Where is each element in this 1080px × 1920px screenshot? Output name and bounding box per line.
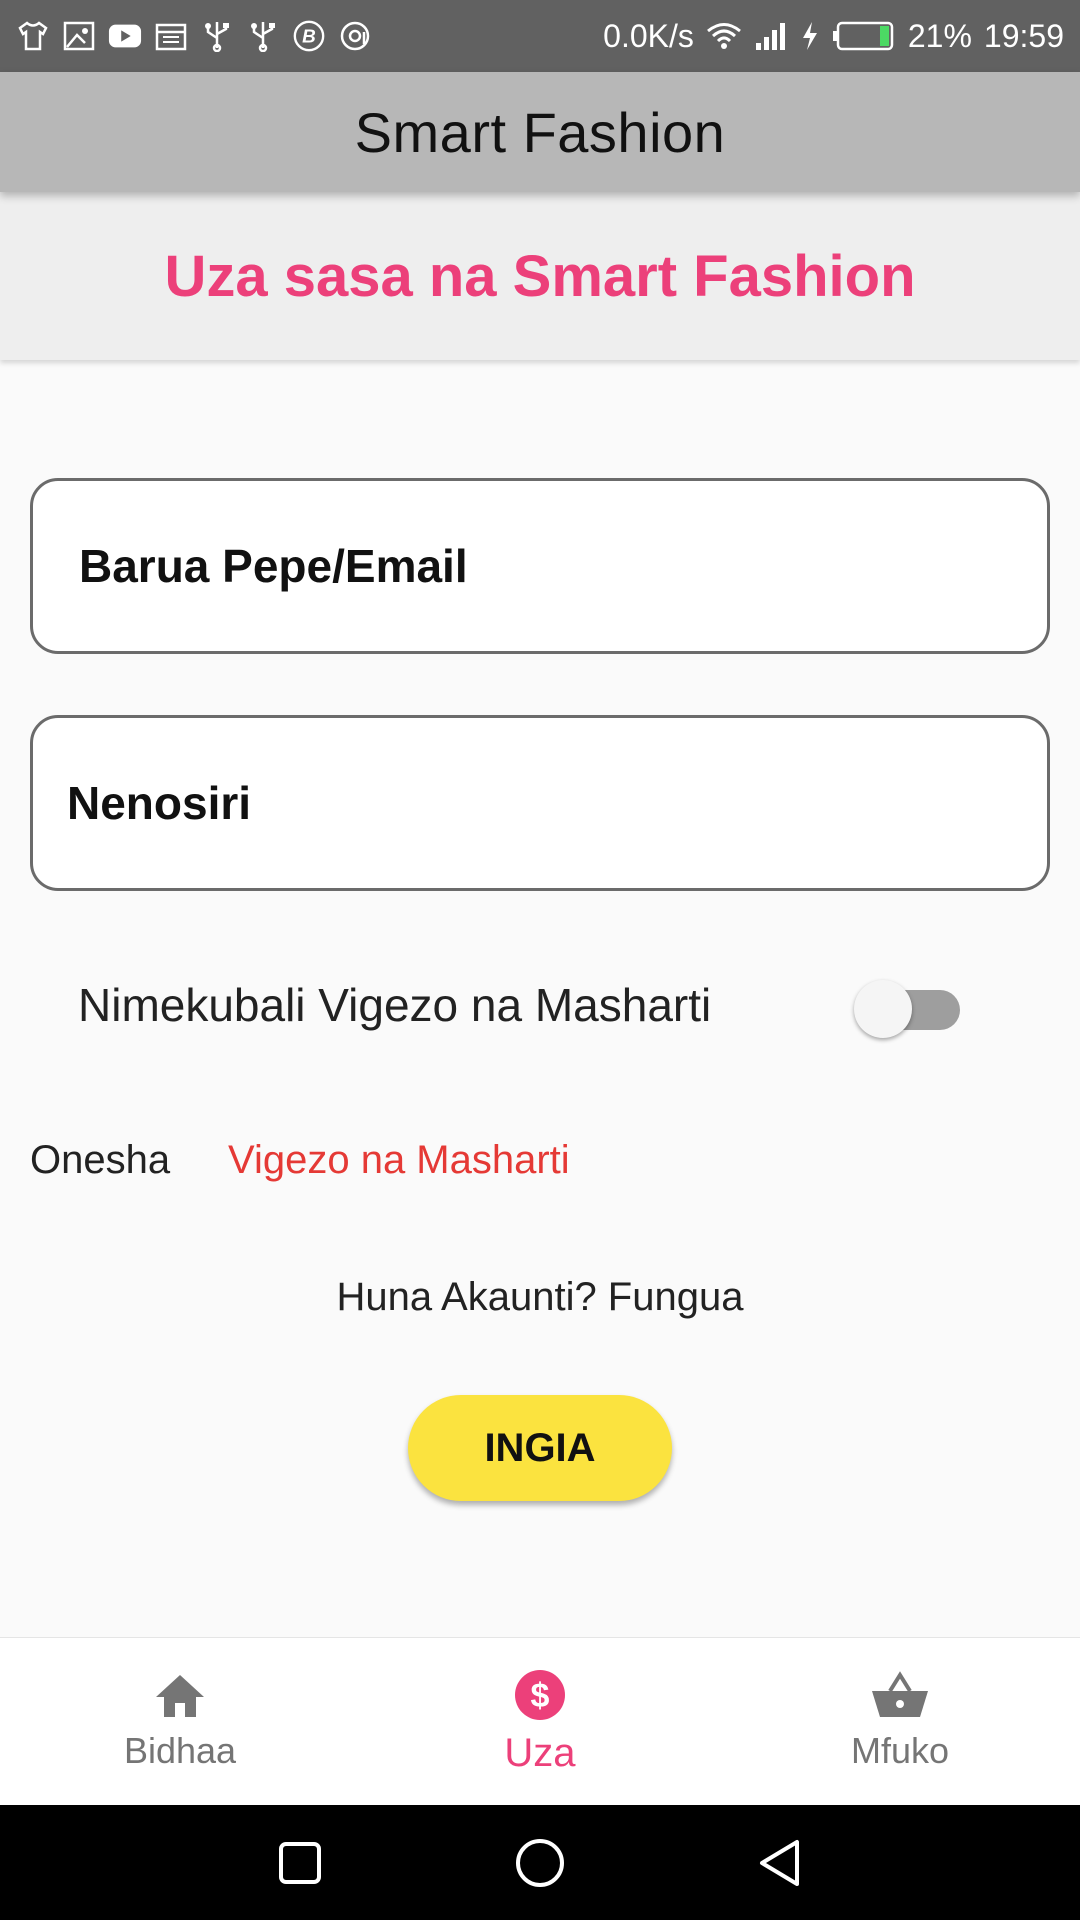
signal-icon (754, 21, 788, 51)
b-badge-icon: B (292, 19, 326, 53)
password-field[interactable] (30, 715, 1050, 891)
app-bar: Smart Fashion (0, 72, 1080, 192)
nav-label-mfuko: Mfuko (850, 1730, 950, 1771)
email-input[interactable] (79, 539, 1047, 593)
notification-icons: B (16, 19, 372, 53)
calendar-icon (154, 19, 188, 53)
home-button[interactable] (505, 1828, 575, 1898)
status-bar: B 0.0K/s 21% 19:59 (0, 0, 1080, 72)
at-sign-icon (338, 19, 372, 53)
nav-item-bidhaa[interactable]: Bidhaa (0, 1638, 360, 1805)
tshirt-icon (16, 19, 50, 53)
terms-toggle-row: Nimekubali Vigezo na Masharti (78, 960, 978, 1050)
system-status: 0.0K/s 21% 19:59 (603, 18, 1064, 55)
app-title: Smart Fashion (354, 100, 726, 164)
youtube-icon (108, 19, 142, 53)
recents-button[interactable] (265, 1828, 335, 1898)
circle-icon (516, 1838, 564, 1887)
svg-text:B: B (302, 27, 316, 48)
nav-label-bidhaa: Bidhaa (123, 1730, 237, 1771)
basket-icon (870, 1671, 930, 1726)
battery-icon (832, 21, 896, 51)
nav-label-uza: Uza (504, 1730, 576, 1775)
switch-thumb (854, 980, 912, 1038)
password-input[interactable] (67, 776, 1047, 830)
show-terms-row: Onesha Vigezo na Masharti (30, 1130, 570, 1190)
svg-text:$: $ (531, 1677, 550, 1715)
image-icon (62, 19, 96, 53)
network-speed: 0.0K/s (603, 17, 694, 54)
nav-item-uza[interactable]: $ Uza (360, 1638, 720, 1805)
system-navigation-bar (0, 1805, 1080, 1920)
show-label: Onesha (30, 1137, 171, 1182)
terms-toggle-label: Nimekubali Vigezo na Masharti (78, 979, 712, 1031)
battery-percent: 21% (907, 17, 972, 54)
signup-link[interactable]: Huna Akaunti? Fungua (0, 1275, 1080, 1320)
square-icon (279, 1841, 321, 1884)
back-button[interactable] (745, 1828, 815, 1898)
wifi-icon (706, 22, 742, 50)
clock: 19:59 (983, 17, 1064, 54)
email-field[interactable] (30, 478, 1050, 654)
bottom-navigation: Bidhaa $ Uza Mfuko (0, 1637, 1080, 1805)
usb-icon (200, 19, 234, 53)
terms-link[interactable]: Vigezo na Masharti (228, 1138, 570, 1183)
usb-icon (246, 19, 280, 53)
charging-icon (800, 21, 820, 51)
triangle-back-icon (760, 1839, 799, 1886)
home-icon (152, 1671, 208, 1726)
header-banner: Uza sasa na Smart Fashion (0, 192, 1080, 360)
dollar-icon: $ (513, 1668, 567, 1727)
nav-item-mfuko[interactable]: Mfuko (720, 1638, 1080, 1805)
terms-switch[interactable] (854, 975, 964, 1038)
banner-title: Uza sasa na Smart Fashion (164, 243, 916, 309)
login-button[interactable]: INGIA (408, 1395, 672, 1501)
